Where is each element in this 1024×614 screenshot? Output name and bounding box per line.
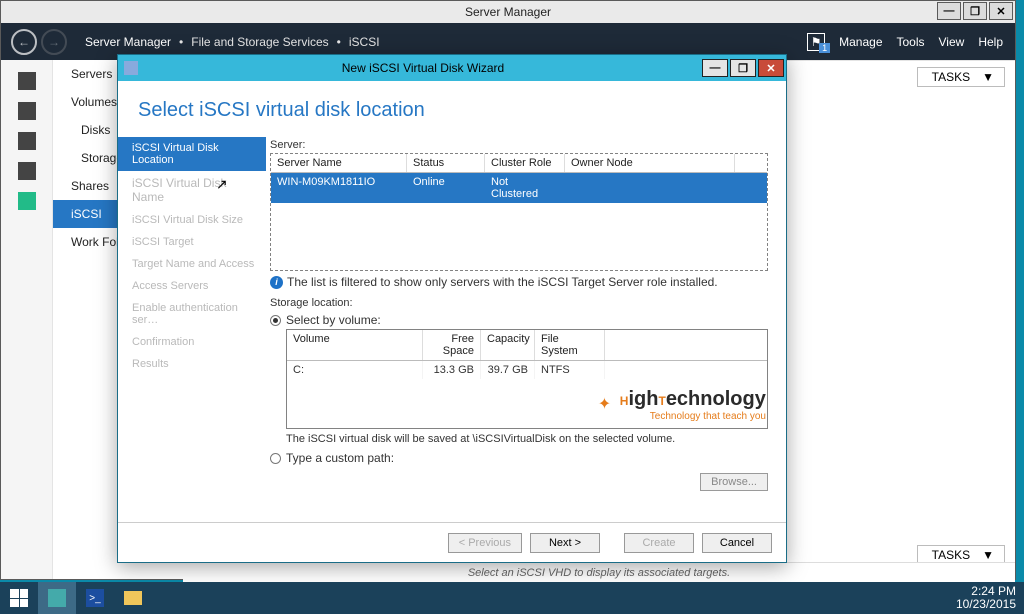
col-volume[interactable]: Volume <box>287 330 423 360</box>
volume-grid[interactable]: Volume Free Space Capacity File System C… <box>286 329 768 429</box>
col-file-system[interactable]: File System <box>535 330 605 360</box>
clock-date: 10/23/2015 <box>956 598 1016 611</box>
step-results: Results <box>118 353 266 375</box>
sm-minimize-button[interactable]: — <box>937 2 961 20</box>
status-hint: Select an iSCSI VHD to display its assoc… <box>183 562 1015 583</box>
cell-free-space: 13.3 GB <box>423 361 481 379</box>
cell-volume: C: <box>287 361 423 379</box>
next-button[interactable]: Next > <box>530 533 600 553</box>
step-location[interactable]: iSCSI Virtual Disk Location <box>118 137 266 171</box>
windows-logo-icon <box>10 589 28 607</box>
step-size: iSCSI Virtual Disk Size <box>118 209 266 231</box>
dashboard-icon[interactable] <box>18 72 36 90</box>
cell-role: Not Clustered <box>485 173 565 203</box>
step-confirmation: Confirmation <box>118 331 266 353</box>
step-target-name: Target Name and Access <box>118 253 266 275</box>
taskbar-server-manager[interactable] <box>38 582 76 614</box>
notifications-flag-icon[interactable]: ⚑1 <box>807 33 825 51</box>
cell-status: Online <box>407 173 485 203</box>
tasks-dropdown-top[interactable]: TASKS ▼ <box>917 67 1005 87</box>
col-capacity[interactable]: Capacity <box>481 330 535 360</box>
sm-close-button[interactable]: ✕ <box>989 2 1013 20</box>
chevron-down-icon: ▼ <box>982 548 994 562</box>
step-authentication: Enable authentication ser… <box>118 297 266 331</box>
cell-capacity: 39.7 GB <box>481 361 535 379</box>
radio-dot-on-icon <box>270 315 281 326</box>
radio-select-by-volume[interactable]: Select by volume: <box>270 313 768 327</box>
filter-note-text: The list is filtered to show only server… <box>287 275 718 289</box>
menu-help[interactable]: Help <box>978 35 1003 49</box>
radio-custom-label: Type a custom path: <box>286 451 394 465</box>
breadcrumb-b[interactable]: File and Storage Services <box>191 35 328 49</box>
start-button[interactable] <box>0 582 38 614</box>
breadcrumb: Server Manager • File and Storage Servic… <box>85 35 380 49</box>
cancel-button[interactable]: Cancel <box>702 533 772 553</box>
create-button: Create <box>624 533 694 553</box>
volume-grid-header: Volume Free Space Capacity File System <box>287 330 767 361</box>
save-path-note: The iSCSI virtual disk will be saved at … <box>286 433 768 445</box>
server-manager-icon <box>48 589 66 607</box>
sm-title-text: Server Manager <box>465 5 551 19</box>
server-row[interactable]: WIN-M09KM1811IO Online Not Clustered <box>271 173 767 203</box>
sm-maximize-button[interactable]: ❐ <box>963 2 987 20</box>
col-cluster-role[interactable]: Cluster Role <box>485 154 565 172</box>
wizard-app-icon <box>124 61 138 75</box>
sm-titlebar: Server Manager — ❐ ✕ <box>1 1 1015 23</box>
radio-dot-off-icon <box>270 453 281 464</box>
wizard-close-button[interactable]: ✕ <box>758 59 784 77</box>
col-status[interactable]: Status <box>407 154 485 172</box>
wizard-title-text: New iSCSI Virtual Disk Wizard <box>144 61 702 75</box>
menu-manage[interactable]: Manage <box>839 35 882 49</box>
browse-button: Browse... <box>700 473 768 491</box>
col-server-name[interactable]: Server Name <box>271 154 407 172</box>
wizard-heading-area: Select iSCSI virtual disk location <box>118 81 786 130</box>
taskbar[interactable]: >_ 2:24 PM 10/23/2015 <box>0 582 1024 614</box>
wizard-content: Server: Server Name Status Cluster Role … <box>266 133 786 522</box>
wizard-step-list: iSCSI Virtual Disk Location iSCSI Virtua… <box>118 133 266 522</box>
radio-custom-path[interactable]: Type a custom path: <box>270 451 768 465</box>
taskbar-clock[interactable]: 2:24 PM 10/23/2015 <box>948 585 1024 611</box>
col-owner-node[interactable]: Owner Node <box>565 154 735 172</box>
folder-icon <box>124 591 142 605</box>
wizard-maximize-button[interactable]: ❐ <box>730 59 756 77</box>
server-grid-header: Server Name Status Cluster Role Owner No… <box>271 154 767 173</box>
radio-volume-label: Select by volume: <box>286 313 381 327</box>
sm-icon-column <box>1 60 53 579</box>
volume-row[interactable]: C: 13.3 GB 39.7 GB NTFS <box>287 361 767 379</box>
server-label: Server: <box>270 139 768 151</box>
wizard-titlebar[interactable]: New iSCSI Virtual Disk Wizard — ❐ ✕ <box>118 55 786 81</box>
storage-icon[interactable] <box>18 192 36 210</box>
step-target: iSCSI Target <box>118 231 266 253</box>
menu-view[interactable]: View <box>939 35 965 49</box>
iscsi-wizard-dialog: New iSCSI Virtual Disk Wizard — ❐ ✕ Sele… <box>117 54 787 563</box>
notification-badge: 1 <box>819 43 830 53</box>
info-icon: i <box>270 276 283 289</box>
col-free-space[interactable]: Free Space <box>423 330 481 360</box>
cell-owner <box>565 173 735 203</box>
filter-info-bar: i The list is filtered to show only serv… <box>270 271 768 293</box>
breadcrumb-a[interactable]: Server Manager <box>85 35 171 49</box>
breadcrumb-c[interactable]: iSCSI <box>349 35 380 49</box>
local-server-icon[interactable] <box>18 102 36 120</box>
nav-forward-icon: → <box>41 29 67 55</box>
tasks-label: TASKS <box>932 70 970 84</box>
wizard-heading: Select iSCSI virtual disk location <box>138 99 766 122</box>
wizard-footer: < Previous Next > Create Cancel <box>118 522 786 562</box>
menu-tools[interactable]: Tools <box>897 35 925 49</box>
nav-back-icon[interactable]: ← <box>11 29 37 55</box>
wizard-minimize-button[interactable]: — <box>702 59 728 77</box>
taskbar-explorer[interactable] <box>114 582 152 614</box>
cell-file-system: NTFS <box>535 361 605 379</box>
taskbar-powershell[interactable]: >_ <box>76 582 114 614</box>
cell-server-name: WIN-M09KM1811IO <box>271 173 407 203</box>
server-grid[interactable]: Server Name Status Cluster Role Owner No… <box>270 153 768 271</box>
step-access-servers: Access Servers <box>118 275 266 297</box>
step-name: iSCSI Virtual Disk Name <box>118 171 266 209</box>
chevron-down-icon: ▼ <box>982 70 994 84</box>
file-services-icon[interactable] <box>18 162 36 180</box>
all-servers-icon[interactable] <box>18 132 36 150</box>
previous-button: < Previous <box>448 533 522 553</box>
tasks-label: TASKS <box>932 548 970 562</box>
storage-location-label: Storage location: <box>270 297 768 309</box>
